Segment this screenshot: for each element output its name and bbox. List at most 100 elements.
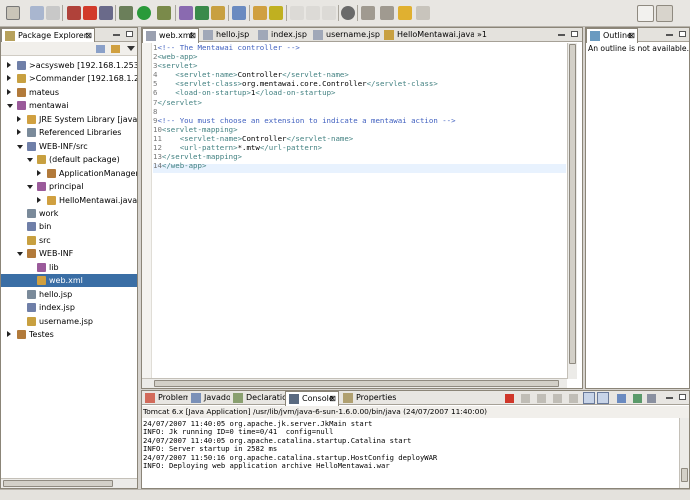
clear-console-icon[interactable] xyxy=(553,394,562,403)
tree-item[interactable]: mateus xyxy=(1,86,137,99)
tree-item[interactable]: >Commander [192.168.1.253] xyxy=(1,72,137,85)
server-icon[interactable] xyxy=(99,6,113,20)
minimize-icon[interactable] xyxy=(558,34,565,36)
tab-properties[interactable]: Properties xyxy=(340,391,398,405)
print-icon[interactable] xyxy=(46,6,60,20)
tree-item[interactable]: principal xyxy=(1,180,137,193)
new-interface-icon[interactable] xyxy=(211,6,225,20)
tab-hello-jsp[interactable]: hello.jsp xyxy=(200,28,254,42)
remove-all-icon[interactable] xyxy=(537,394,546,403)
tree-item[interactable]: HelloMentawai.java xyxy=(1,194,137,207)
mark-icon[interactable] xyxy=(306,6,320,20)
tree-item[interactable]: hello.jsp xyxy=(1,288,137,301)
show-on-output-icon[interactable] xyxy=(583,392,595,404)
tree-item[interactable]: web.xml xyxy=(1,274,137,288)
maximize-icon[interactable] xyxy=(679,394,686,400)
new-class-icon[interactable] xyxy=(195,6,209,20)
tree-item[interactable]: ApplicationManager.java xyxy=(1,167,137,180)
debug-icon[interactable] xyxy=(67,6,81,20)
pin-console-icon[interactable] xyxy=(617,394,626,403)
search-icon[interactable] xyxy=(341,6,355,20)
pencil-icon[interactable] xyxy=(269,6,283,20)
tab-hellomentawai-java[interactable]: HelloMentawai.java xyxy=(381,28,474,42)
tab-index-jsp[interactable]: index.jsp xyxy=(255,28,309,42)
save-icon[interactable] xyxy=(30,6,44,20)
collapsed-arrow-icon[interactable] xyxy=(7,75,11,82)
expanded-arrow-icon[interactable] xyxy=(27,158,33,163)
stop-icon[interactable] xyxy=(83,6,97,20)
open-type-icon[interactable] xyxy=(232,6,246,20)
tab-javadoc[interactable]: Javadoc xyxy=(188,391,230,405)
prev-annotation-icon[interactable] xyxy=(380,6,394,20)
java-perspective-icon[interactable] xyxy=(656,5,673,22)
editor-vscrollbar[interactable] xyxy=(567,43,577,379)
new-icon[interactable] xyxy=(6,6,20,20)
collapsed-arrow-icon[interactable] xyxy=(37,169,41,176)
tree-item[interactable]: WEB-INF/src xyxy=(1,140,137,153)
view-menu-icon[interactable] xyxy=(127,46,135,51)
show-on-error-icon[interactable] xyxy=(597,392,609,404)
collapsed-arrow-icon[interactable] xyxy=(7,331,11,337)
back-icon[interactable] xyxy=(398,6,412,20)
debug-launch-icon[interactable] xyxy=(119,6,133,20)
tab-username-jsp[interactable]: username.jsp xyxy=(310,28,380,42)
tree-item[interactable]: Testes xyxy=(1,328,137,341)
toggle-icon[interactable] xyxy=(290,6,304,20)
expanded-arrow-icon[interactable] xyxy=(17,252,23,257)
tree-item[interactable]: Referenced Libraries xyxy=(1,126,137,139)
collapsed-arrow-icon[interactable] xyxy=(37,196,41,203)
xml-source[interactable]: 1<!-- The Mentawai controller --> 2<web-a… xyxy=(153,43,456,170)
expanded-arrow-icon[interactable] xyxy=(7,104,13,109)
collapsed-arrow-icon[interactable] xyxy=(7,88,11,95)
tab-declaration[interactable]: Declaration xyxy=(230,391,285,405)
link-editor-icon[interactable] xyxy=(111,45,120,53)
open-perspective-icon[interactable] xyxy=(637,5,654,22)
tree-item[interactable]: >acsysweb [192.168.1.253] xyxy=(1,59,137,72)
collapsed-arrow-icon[interactable] xyxy=(17,115,21,122)
terminate-icon[interactable] xyxy=(505,394,514,403)
close-icon[interactable]: ⊠ xyxy=(189,31,196,40)
maximize-icon[interactable] xyxy=(571,31,578,37)
collapse-all-icon[interactable] xyxy=(96,45,105,53)
expanded-arrow-icon[interactable] xyxy=(27,185,33,190)
tree-item[interactable]: WEB-INF xyxy=(1,247,137,260)
tree-hscrollbar[interactable] xyxy=(1,478,137,488)
remove-launch-icon[interactable] xyxy=(521,394,530,403)
minimize-icon[interactable] xyxy=(113,34,120,36)
console-output[interactable]: 24/07/2007 11:40:05 org.apache.jk.server… xyxy=(143,419,437,470)
tree-item[interactable]: lib xyxy=(1,261,137,274)
tree-item[interactable]: mentawai xyxy=(1,99,137,112)
forward-icon[interactable] xyxy=(416,6,430,20)
editor-hscrollbar[interactable] xyxy=(142,378,567,388)
console-vscrollbar[interactable] xyxy=(679,418,689,488)
tree-item[interactable]: username.jsp xyxy=(1,315,137,328)
tab-console[interactable]: Console ⊠ xyxy=(285,391,339,406)
external-tools-icon[interactable] xyxy=(157,6,171,20)
maximize-icon[interactable] xyxy=(679,31,686,37)
new-package-icon[interactable] xyxy=(179,6,193,20)
close-icon[interactable]: ⊠ xyxy=(85,31,92,40)
tree-item[interactable]: bin xyxy=(1,220,137,233)
minimize-icon[interactable] xyxy=(666,34,673,36)
show-whitespace-icon[interactable] xyxy=(322,6,336,20)
collapsed-arrow-icon[interactable] xyxy=(17,129,21,136)
tree-item[interactable]: index.jsp xyxy=(1,301,137,314)
tab-problems[interactable]: Problems xyxy=(142,391,188,405)
tab-web-xml[interactable]: web.xml ⊠ xyxy=(142,28,199,43)
maximize-icon[interactable] xyxy=(126,31,133,37)
open-console-icon[interactable] xyxy=(647,394,656,403)
next-annotation-icon[interactable] xyxy=(361,6,375,20)
open-folder-icon[interactable] xyxy=(253,6,267,20)
display-console-icon[interactable] xyxy=(633,394,642,403)
tab-outline[interactable]: Outline ⊠ xyxy=(586,28,638,43)
close-icon[interactable]: ⊠ xyxy=(329,394,336,403)
tree-item[interactable]: src xyxy=(1,234,137,247)
tree-item[interactable]: work xyxy=(1,207,137,220)
close-icon[interactable]: ⊠ xyxy=(628,31,635,40)
scroll-lock-icon[interactable] xyxy=(569,394,578,403)
tab-package-explorer[interactable]: Package Explorer ⊠ xyxy=(1,28,95,43)
run-icon[interactable] xyxy=(137,6,151,20)
tree-item[interactable]: (default package) xyxy=(1,153,137,166)
tab-overflow[interactable]: »1 xyxy=(477,30,487,39)
collapsed-arrow-icon[interactable] xyxy=(7,62,11,68)
